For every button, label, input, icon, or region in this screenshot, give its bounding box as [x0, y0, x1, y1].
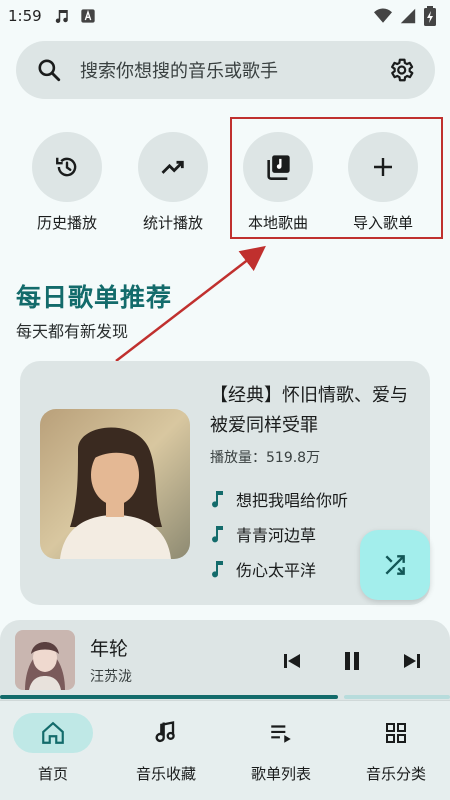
status-bar: 1:59 [0, 0, 450, 32]
song-title: 伤心太平洋 [236, 560, 317, 580]
playlist-cover-image[interactable] [40, 409, 190, 559]
quick-action-history[interactable]: 历史播放 [22, 132, 112, 233]
section-subtitle: 每天都有新发现 [16, 322, 129, 341]
nav-playlists-pill[interactable] [241, 713, 321, 753]
nav-item-home[interactable]: 首页 [0, 713, 109, 784]
history-label: 历史播放 [36, 214, 97, 232]
nav-item-playlists[interactable]: 歌单列表 [225, 713, 337, 784]
search-icon[interactable] [36, 57, 62, 83]
skip-next-button[interactable] [397, 646, 427, 676]
nav-item-favorites[interactable]: 音乐收藏 [110, 713, 222, 784]
now-playing-title: 年轮 [90, 638, 129, 660]
annotation-highlight-box [230, 117, 443, 239]
bottom-navigation: 首页 音乐收藏 歌单列表 音乐分类 [0, 700, 450, 800]
music-favorite-icon [152, 719, 180, 747]
pause-button[interactable] [337, 646, 367, 676]
playlist-title: 【经典】怀旧情歌、爱与被爱同样受罪 [210, 385, 408, 436]
history-icon [54, 154, 80, 180]
nav-favorites-pill[interactable] [126, 713, 206, 753]
song-title: 想把我唱给你听 [236, 490, 349, 510]
playlist-icon [268, 720, 294, 746]
home-icon [40, 720, 66, 746]
quick-action-stats[interactable]: 统计播放 [128, 132, 218, 233]
shuffle-icon [382, 552, 408, 578]
search-bar[interactable]: 搜索你想搜的音乐或歌手 [16, 41, 435, 99]
skip-next-icon [402, 651, 422, 671]
now-playing-artist: 汪苏泷 [90, 669, 132, 685]
skip-previous-icon [282, 651, 302, 671]
gear-icon[interactable] [387, 56, 415, 84]
playback-progress-remaining [344, 695, 450, 699]
trending-up-icon [159, 153, 187, 181]
nav-categories-pill[interactable] [356, 713, 436, 753]
text-a-icon [80, 8, 96, 24]
stats-button[interactable] [138, 132, 208, 202]
battery-charging-icon [424, 6, 436, 26]
nav-label-home: 首页 [37, 765, 68, 783]
stats-label: 统计播放 [142, 214, 203, 232]
nav-label-categories: 音乐分类 [365, 765, 426, 783]
nav-item-categories[interactable]: 音乐分类 [340, 713, 450, 784]
list-item[interactable]: 想把我唱给你听 [210, 481, 420, 516]
playlist-play-count: 播放量：519.8万 [210, 450, 321, 466]
section-title: 每日歌单推荐 [16, 283, 173, 312]
pause-icon [342, 650, 362, 672]
music-note-icon [210, 560, 236, 578]
grid-icon [384, 721, 408, 745]
nav-label-favorites: 音乐收藏 [135, 765, 196, 783]
music-note-icon [210, 490, 236, 508]
song-title: 青青河边草 [236, 525, 317, 545]
playback-progress-bar[interactable] [0, 695, 450, 699]
signal-icon [400, 8, 416, 24]
search-input[interactable]: 搜索你想搜的音乐或歌手 [80, 57, 387, 83]
shuffle-button[interactable] [360, 530, 430, 600]
skip-previous-button[interactable] [277, 646, 307, 676]
history-button[interactable] [32, 132, 102, 202]
status-time: 1:59 [8, 7, 42, 25]
now-playing-cover[interactable] [15, 630, 75, 690]
wifi-icon [374, 8, 392, 24]
playback-progress-fill [0, 695, 338, 699]
nav-home-pill[interactable] [13, 713, 93, 753]
music-note-icon [52, 7, 70, 25]
mini-player[interactable]: 年轮 汪苏泷 [0, 620, 450, 700]
music-note-icon [210, 525, 236, 543]
nav-label-playlists: 歌单列表 [250, 765, 311, 783]
